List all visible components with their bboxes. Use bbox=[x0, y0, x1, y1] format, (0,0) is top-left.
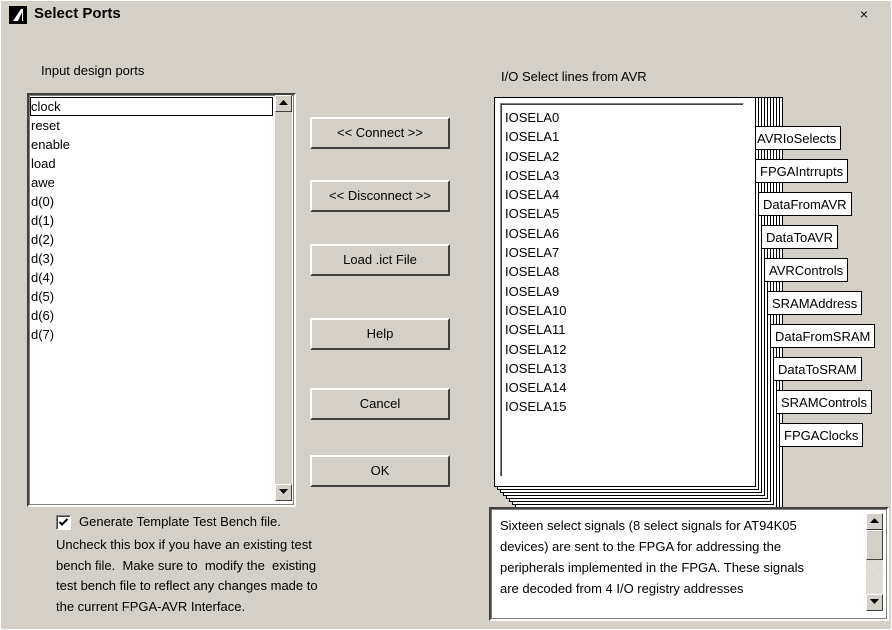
app-icon bbox=[9, 6, 27, 24]
scroll-track[interactable] bbox=[275, 112, 292, 484]
io-select-label: I/O Select lines from AVR bbox=[501, 69, 647, 84]
window-title: Select Ports bbox=[34, 5, 121, 22]
io-line-item[interactable]: IOSELA2 bbox=[504, 147, 566, 166]
io-line-item[interactable]: IOSELA3 bbox=[504, 166, 566, 185]
load-ict-file-button[interactable]: Load .ict File bbox=[310, 244, 450, 276]
description-line: devices) are sent to the FPGA for addres… bbox=[500, 539, 782, 554]
close-icon: × bbox=[859, 6, 869, 22]
help-button[interactable]: Help bbox=[310, 318, 450, 350]
title-bar: Select Ports × bbox=[1, 1, 891, 29]
io-line-item[interactable]: IOSELA0 bbox=[504, 108, 566, 127]
io-line-item[interactable]: IOSELA4 bbox=[504, 185, 566, 204]
select-ports-dialog: Select Ports × Input design ports clock r… bbox=[0, 0, 892, 630]
port-item[interactable]: load bbox=[30, 154, 274, 173]
input-ports-label: Input design ports bbox=[41, 63, 145, 78]
io-line-item[interactable]: IOSELA8 bbox=[504, 262, 566, 281]
testbench-help-line: bench file. Make sure to modify the exis… bbox=[56, 557, 317, 573]
io-line-item[interactable]: IOSELA11 bbox=[504, 320, 566, 339]
connect-button[interactable]: << Connect >> bbox=[310, 117, 450, 149]
description-line: are decoded from 4 I/O registry addresse… bbox=[500, 581, 744, 596]
input-ports-listbox[interactable]: clock reset enable load awe d(0) d(1) d(2) d(3) d… bbox=[27, 93, 296, 507]
desc-scroll-thumb[interactable] bbox=[866, 530, 883, 560]
description-text: Sixteen select signals (8 select signals… bbox=[500, 515, 804, 599]
testbench-help-text: Uncheck this box if you have an existing… bbox=[56, 535, 318, 617]
disconnect-button[interactable]: << Disconnect >> bbox=[310, 180, 450, 212]
port-item[interactable]: reset bbox=[30, 116, 274, 135]
tab-avrcontrols[interactable]: AVRControls bbox=[764, 258, 849, 282]
testbench-help-line: Uncheck this box if you have an existing… bbox=[56, 537, 312, 552]
io-lines-list: IOSELA0 IOSELA1 IOSELA2 IOSELA3 IOSELA4 IOSEL… bbox=[504, 108, 566, 417]
scroll-up-button[interactable] bbox=[275, 95, 292, 112]
description-scrollbar[interactable] bbox=[866, 513, 883, 611]
io-line-item[interactable]: IOSELA10 bbox=[504, 301, 566, 320]
io-line-item[interactable]: IOSELA14 bbox=[504, 378, 566, 397]
port-item[interactable]: d(7) bbox=[30, 325, 274, 344]
io-line-item[interactable]: IOSELA7 bbox=[504, 243, 566, 262]
tab-sramaddress[interactable]: SRAMAddress bbox=[767, 291, 863, 315]
desc-scroll-up-button[interactable] bbox=[866, 513, 883, 530]
generate-testbench-label: Generate Template Test Bench file. bbox=[79, 514, 281, 529]
io-line-item[interactable]: IOSELA12 bbox=[504, 340, 566, 359]
io-line-item[interactable]: IOSELA1 bbox=[504, 127, 566, 146]
desc-scroll-down-button[interactable] bbox=[866, 594, 883, 611]
tab-fpgaintrrupts[interactable]: FPGAIntrrupts bbox=[755, 159, 849, 183]
port-item[interactable]: d(6) bbox=[30, 306, 274, 325]
input-ports-scrollbar[interactable] bbox=[275, 95, 292, 501]
tab-datatosram[interactable]: DataToSRAM bbox=[773, 357, 862, 381]
checkmark-icon bbox=[58, 518, 69, 526]
arrow-down-icon bbox=[279, 489, 288, 494]
cancel-button[interactable]: Cancel bbox=[310, 388, 450, 420]
desc-scroll-track[interactable] bbox=[866, 560, 883, 594]
io-lines-listbox[interactable]: IOSELA0 IOSELA1 IOSELA2 IOSELA3 IOSELA4 IOSEL… bbox=[500, 103, 744, 477]
testbench-help-line: the current FPGA-AVR Interface. bbox=[56, 598, 246, 614]
testbench-help-line: test bench file to reflect any changes m… bbox=[56, 578, 318, 593]
tab-datafromavr[interactable]: DataFromAVR bbox=[758, 192, 852, 216]
tab-datafromsram[interactable]: DataFromSRAM bbox=[770, 324, 876, 348]
port-item[interactable]: d(1) bbox=[30, 211, 274, 230]
input-ports-list: clock reset enable load awe d(0) d(1) d(2) d(3) d… bbox=[30, 97, 274, 344]
io-line-item[interactable]: IOSELA15 bbox=[504, 397, 566, 416]
port-item[interactable]: awe bbox=[30, 173, 274, 192]
generate-testbench-checkbox[interactable] bbox=[56, 515, 71, 530]
port-item[interactable]: d(4) bbox=[30, 268, 274, 287]
port-item[interactable]: clock bbox=[30, 97, 273, 116]
arrow-up-icon bbox=[279, 100, 288, 105]
port-item[interactable]: d(2) bbox=[30, 230, 274, 249]
port-item[interactable]: d(3) bbox=[30, 249, 274, 268]
ok-button[interactable]: OK bbox=[310, 455, 450, 487]
io-line-item[interactable]: IOSELA6 bbox=[504, 224, 566, 243]
port-item[interactable]: d(5) bbox=[30, 287, 274, 306]
description-line: peripherals implemented in the FPGA. The… bbox=[500, 560, 804, 575]
description-line: Sixteen select signals (8 select signals… bbox=[500, 518, 797, 533]
port-item[interactable]: enable bbox=[30, 135, 274, 154]
scroll-down-button[interactable] bbox=[275, 484, 292, 501]
io-line-item[interactable]: IOSELA9 bbox=[504, 282, 566, 301]
close-button[interactable]: × bbox=[857, 7, 871, 21]
arrow-up-icon bbox=[870, 518, 879, 523]
tab-avrioselects[interactable]: AVRIoSelects bbox=[752, 126, 842, 150]
description-box: Sixteen select signals (8 select signals… bbox=[489, 507, 889, 621]
io-line-item[interactable]: IOSELA13 bbox=[504, 359, 566, 378]
port-item[interactable]: d(0) bbox=[30, 192, 274, 211]
tab-fpgaclocks[interactable]: FPGAClocks bbox=[779, 423, 864, 447]
io-lines-page: IOSELA0 IOSELA1 IOSELA2 IOSELA3 IOSELA4 IOSEL… bbox=[494, 97, 756, 487]
arrow-down-icon bbox=[870, 599, 879, 604]
tab-sramcontrols[interactable]: SRAMControls bbox=[776, 390, 872, 414]
tab-datatoavr[interactable]: DataToAVR bbox=[761, 225, 838, 249]
io-line-item[interactable]: IOSELA5 bbox=[504, 204, 566, 223]
